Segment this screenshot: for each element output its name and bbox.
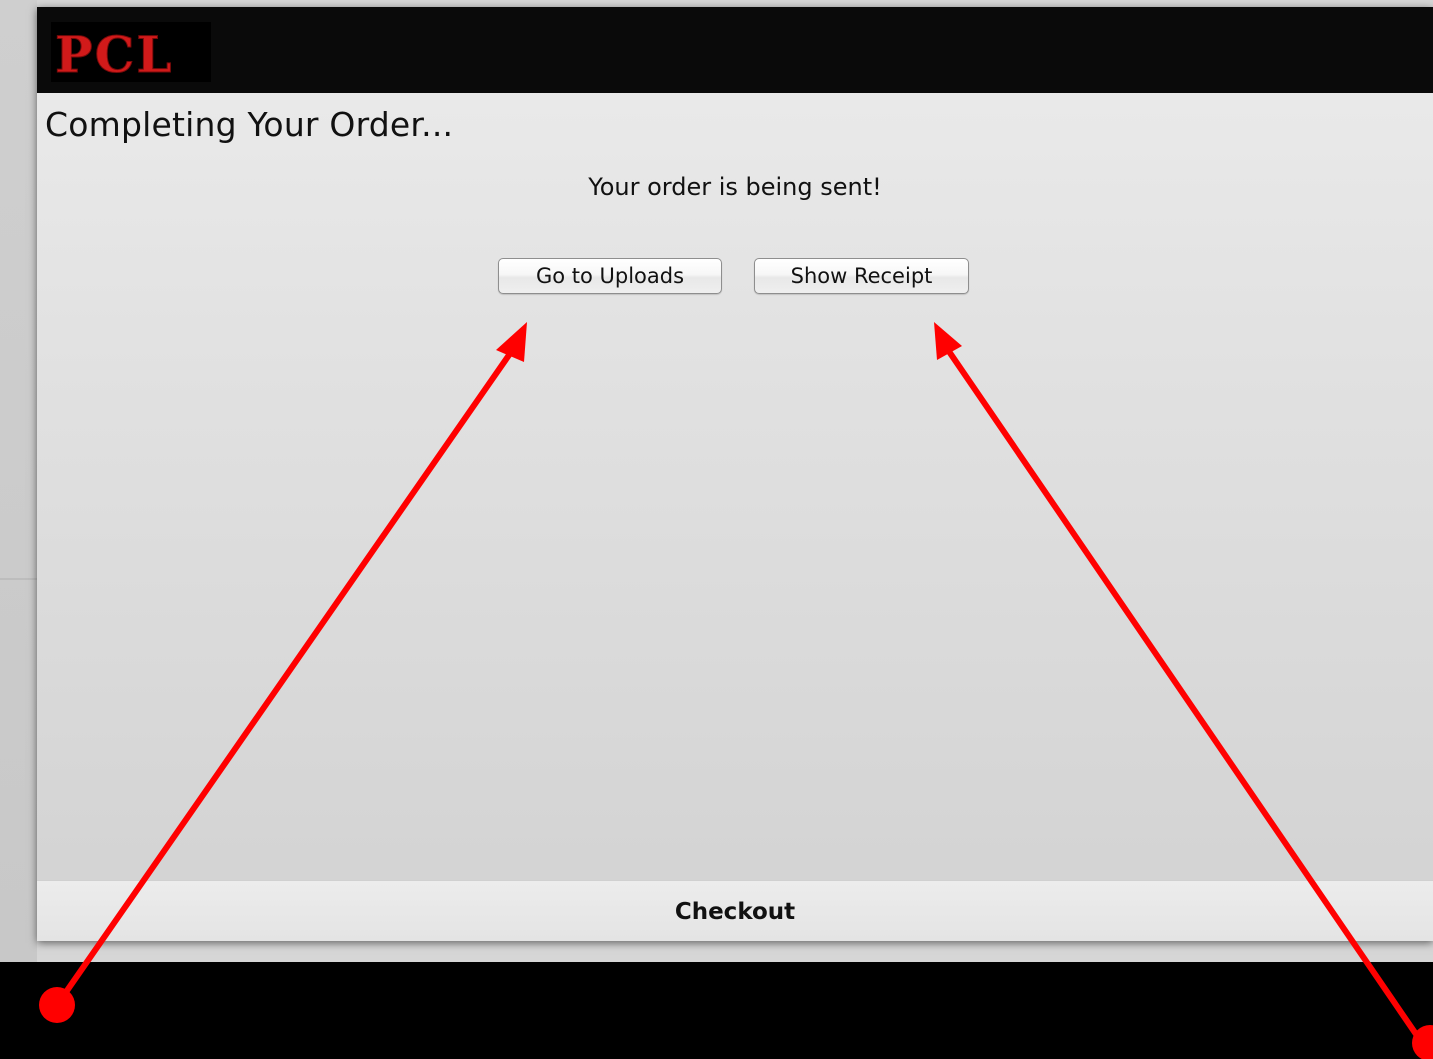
page-title: Completing Your Order... bbox=[45, 105, 454, 144]
go-to-uploads-button[interactable]: Go to Uploads bbox=[498, 258, 722, 294]
show-receipt-button[interactable]: Show Receipt bbox=[754, 258, 969, 294]
logo-text: PCL bbox=[55, 25, 174, 82]
background-divider bbox=[0, 578, 37, 580]
annotation-dot-left bbox=[39, 987, 75, 1023]
checkout-window: PCL Completing Your Order... Your order … bbox=[37, 7, 1433, 941]
screenshot-stage: PCL Completing Your Order... Your order … bbox=[0, 0, 1433, 1059]
annotation-dot-right bbox=[1412, 1025, 1433, 1059]
pcl-logo: PCL bbox=[51, 22, 211, 82]
tab-checkout[interactable]: Checkout bbox=[37, 881, 1433, 941]
background-window-edge bbox=[0, 0, 37, 962]
order-status-message: Your order is being sent! bbox=[588, 173, 882, 201]
app-header: PCL bbox=[37, 7, 1433, 93]
footer-bar: Checkout bbox=[37, 880, 1433, 941]
